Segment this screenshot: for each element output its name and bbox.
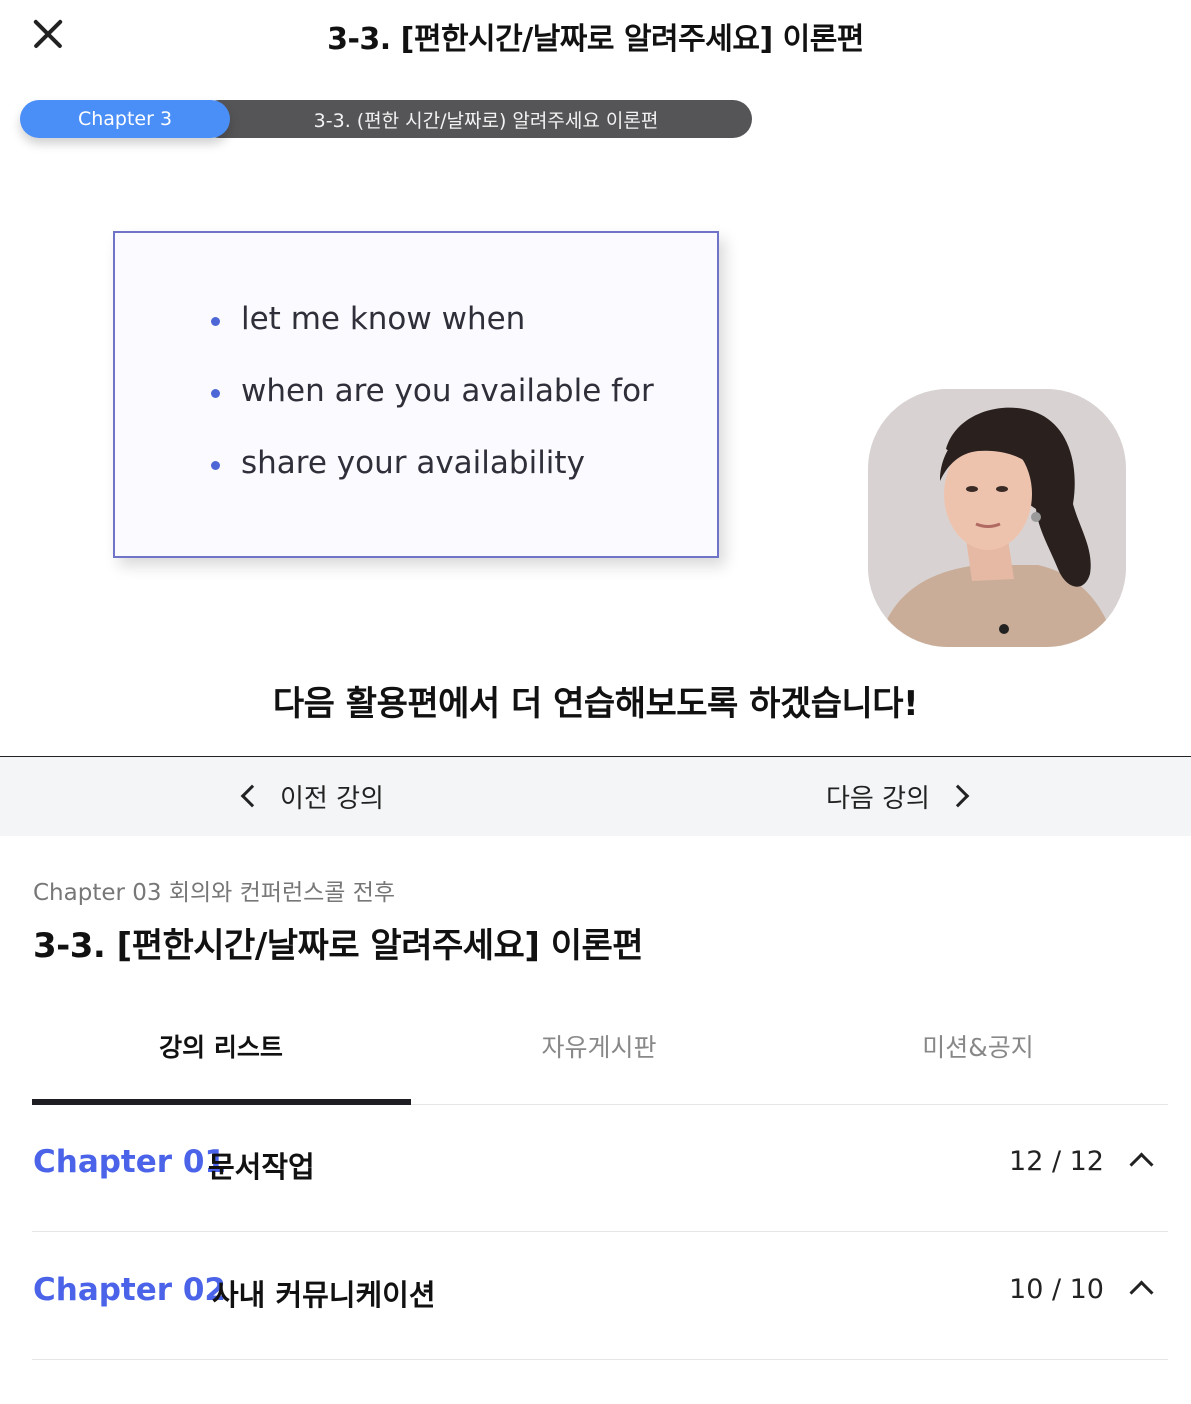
chapter-row[interactable]: Chapter 02 사내 커뮤니케이션 10 / 10 <box>32 1232 1168 1360</box>
content-tabs: 강의 리스트 자유게시판 미션&공지 <box>32 1010 1168 1105</box>
chapter-number: Chapter 02 <box>33 1272 226 1308</box>
tab-mission-notice[interactable]: 미션&공지 <box>789 1010 1167 1104</box>
header-title: 3-3. [편한시간/날짜로 알려주세요] 이론편 <box>327 22 864 57</box>
next-lecture-button[interactable]: 다음 강의 <box>826 757 970 835</box>
bullet-icon <box>211 461 220 470</box>
slide-bullet: when are you available for <box>207 373 654 445</box>
next-lecture-label: 다음 강의 <box>826 783 930 814</box>
chevron-left-icon <box>240 784 264 808</box>
chapter-name: 사내 커뮤니케이션 <box>212 1278 436 1312</box>
tab-free-board[interactable]: 자유게시판 <box>410 1010 788 1104</box>
page-title: 3-3. [편한시간/날짜로 알려주세요] 이론편 <box>33 926 644 966</box>
slide-bullet: share your availability <box>207 445 654 517</box>
lesson-title-pill: 3-3. (편한 시간/날짜로) 알려주세요 이론편 <box>200 100 752 138</box>
chevron-right-icon <box>946 784 970 808</box>
tab-lecture-list[interactable]: 강의 리스트 <box>32 1010 410 1104</box>
chevron-up-icon[interactable] <box>1129 1280 1154 1305</box>
top-header: 3-3. [편한시간/날짜로 알려주세요] 이론편 <box>0 0 1191 70</box>
prev-lecture-button[interactable]: 이전 강의 <box>238 757 384 835</box>
video-player[interactable]: 3-3. (편한 시간/날짜로) 알려주세요 이론편 Chapter 3 let… <box>0 70 1191 756</box>
video-subtitle: 다음 활용편에서 더 연습해보도록 하겠습니다! <box>272 684 919 724</box>
presenter-image <box>868 389 1126 647</box>
chapter-name: 문서작업 <box>208 1150 315 1184</box>
slide-bullet: let me know when <box>207 301 654 373</box>
slide-bullet-list: let me know when when are you available … <box>207 301 654 517</box>
prev-lecture-label: 이전 강의 <box>280 783 384 814</box>
chapter-progress-count: 12 / 12 <box>1009 1146 1104 1177</box>
lecture-slide: let me know when when are you available … <box>113 231 719 558</box>
chapter-row[interactable]: Chapter 01 문서작업 12 / 12 <box>32 1104 1168 1232</box>
chevron-up-icon[interactable] <box>1129 1152 1154 1177</box>
presenter-video <box>868 389 1126 647</box>
chapter-number: Chapter 01 <box>33 1144 226 1180</box>
lecture-navigation: 이전 강의 다음 강의 <box>0 756 1191 836</box>
breadcrumb: Chapter 03 회의와 컨퍼런스콜 전후 <box>33 880 396 906</box>
chapter-progress-count: 10 / 10 <box>1009 1274 1104 1305</box>
bullet-icon <box>211 389 220 398</box>
chapter-pill: Chapter 3 <box>20 100 230 138</box>
bullet-icon <box>211 317 220 326</box>
